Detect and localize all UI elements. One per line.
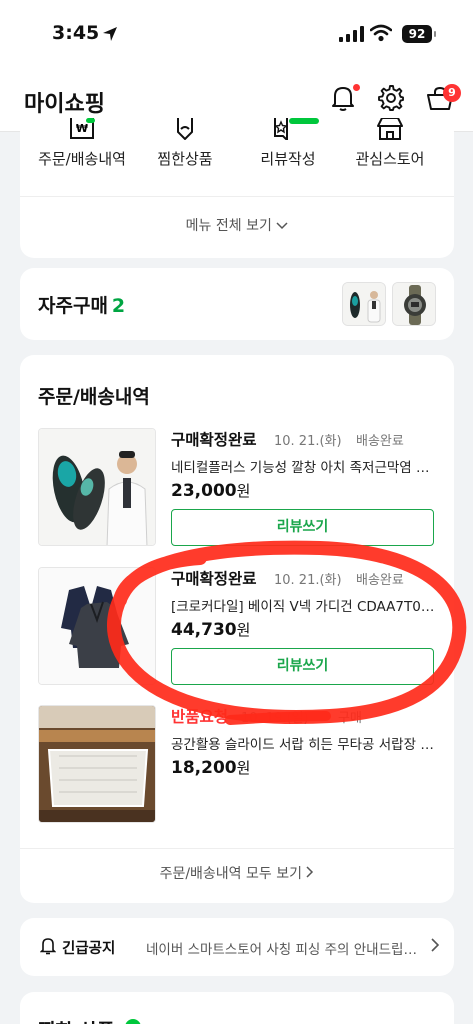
price-value: 23,000 [171, 481, 237, 501]
product-price: 18,200원 [171, 757, 250, 778]
order-history-card: 주문/배송내역 구매확정완료 10. 21.(화) 배송완료 네티컬플러스 기능… [20, 355, 454, 903]
price-currency: 원 [236, 759, 251, 777]
menu-view-all-label: 메뉴 전체 보기 [185, 218, 272, 234]
cart-count-badge: 9 [443, 84, 461, 102]
delivery-status: 구매 [338, 711, 362, 726]
frequent-purchase-count: 2 [111, 295, 126, 317]
notice-card[interactable]: 긴급공지 네이버 스마트스토어 사칭 피싱 주의 안내드립니다 [20, 918, 454, 976]
menu-label: 리뷰작성 [260, 150, 316, 168]
page-title: 마이쇼핑 [24, 92, 105, 117]
price-value: 44,730 [171, 620, 237, 640]
wishlist-section-title: 찜한 상품 [38, 1016, 115, 1024]
menu-item-review[interactable]: 리뷰작성 [234, 118, 342, 169]
menu-label: 주문/배송내역 [38, 150, 126, 168]
insole-product-image [39, 429, 155, 545]
notice-label: 긴급공지 [62, 941, 116, 957]
insole-product-image [343, 283, 385, 325]
product-price: 44,730원 [171, 619, 250, 640]
drawer-product-image [39, 706, 155, 822]
frequent-purchase-title: 자주구매 2 [38, 291, 125, 318]
svg-text:₩: ₩ [76, 122, 88, 135]
chevron-right-icon [431, 938, 440, 952]
menu-item-stores[interactable]: 관심스토어 [336, 118, 444, 169]
order-thumb-drawer[interactable] [38, 705, 156, 823]
battery-indicator: 92 [402, 25, 436, 43]
chevron-down-icon [276, 222, 288, 230]
order-history-title: 주문/배송내역 [38, 386, 150, 408]
section-badge [125, 1019, 141, 1024]
notice-text: 네이버 스마트스토어 사칭 피싱 주의 안내드립니다 [146, 942, 426, 958]
price-currency: 원 [236, 482, 251, 500]
location-arrow-icon [103, 27, 117, 41]
product-name: 공간활용 슬라이드 서랍 히든 무타공 서랍장 선반 [171, 737, 436, 753]
frequent-thumb-watch[interactable] [392, 282, 436, 326]
wifi-icon [370, 24, 392, 42]
price-currency: 원 [236, 621, 251, 639]
order-status: 구매확정완료 [171, 431, 257, 449]
menu-item-wishlist[interactable]: 찜한상품 [131, 118, 239, 169]
heart-tag-icon [177, 118, 193, 140]
menu-item-orders[interactable]: ₩ 주문/배송내역 [28, 118, 136, 169]
product-price: 23,000원 [171, 480, 250, 501]
divider [20, 848, 454, 849]
status-bar: 3:45 92 [0, 0, 473, 66]
frequent-purchase-label: 자주구매 [38, 295, 108, 317]
order-date: 10. 21.(화) [274, 434, 342, 449]
gear-icon[interactable] [377, 84, 405, 112]
write-review-button[interactable]: 리뷰쓰기 [171, 509, 434, 546]
signal-icon [339, 26, 364, 42]
order-date: 10. 21.(화) [274, 573, 342, 588]
order-status: 반품요청 [171, 708, 229, 726]
chevron-right-icon [306, 866, 314, 878]
menu-card: ₩ 주문/배송내역 찜한상품 리뷰작성 관심스토어 메뉴 전체 보기 [20, 118, 454, 258]
order-thumb-cardigan[interactable] [38, 567, 156, 685]
menu-label: 찜한상품 [157, 150, 213, 168]
orders-view-all-button[interactable]: 주문/배송내역 모두 보기 [20, 863, 454, 883]
notification-dot [353, 84, 360, 91]
order-date: 10. 19.(일) [241, 711, 309, 726]
price-value: 18,200 [171, 758, 237, 778]
frequent-thumb-insole[interactable] [342, 282, 386, 326]
divider [20, 196, 454, 197]
product-name: [크로커다일] 베이직 V넥 가디건 CDAA7T001 [171, 599, 436, 615]
store-icon [377, 118, 403, 140]
watch-product-image [393, 283, 435, 325]
frequent-purchase-card[interactable]: 자주구매 2 [20, 268, 454, 340]
order-status: 구매확정완료 [171, 570, 257, 588]
delivery-status: 배송완료 [356, 573, 404, 588]
menu-view-all-button[interactable]: 메뉴 전체 보기 [20, 215, 454, 235]
cardigan-product-image [39, 568, 155, 684]
status-time: 3:45 [52, 22, 100, 44]
write-review-button[interactable]: 리뷰쓰기 [171, 648, 434, 685]
menu-label: 관심스토어 [355, 150, 425, 168]
delivery-status: 배송완료 [356, 434, 404, 449]
wishlist-section-card: 찜한 상품 [20, 992, 454, 1024]
product-name: 네티컬플러스 기능성 깔창 아치 족저근막염 깔창 [171, 460, 436, 476]
receipt-won-icon: ₩ [70, 118, 95, 139]
bell-icon [40, 938, 56, 955]
star-review-icon [274, 118, 319, 140]
orders-view-all-label: 주문/배송내역 모두 보기 [159, 866, 302, 882]
order-thumb-insole[interactable] [38, 428, 156, 546]
